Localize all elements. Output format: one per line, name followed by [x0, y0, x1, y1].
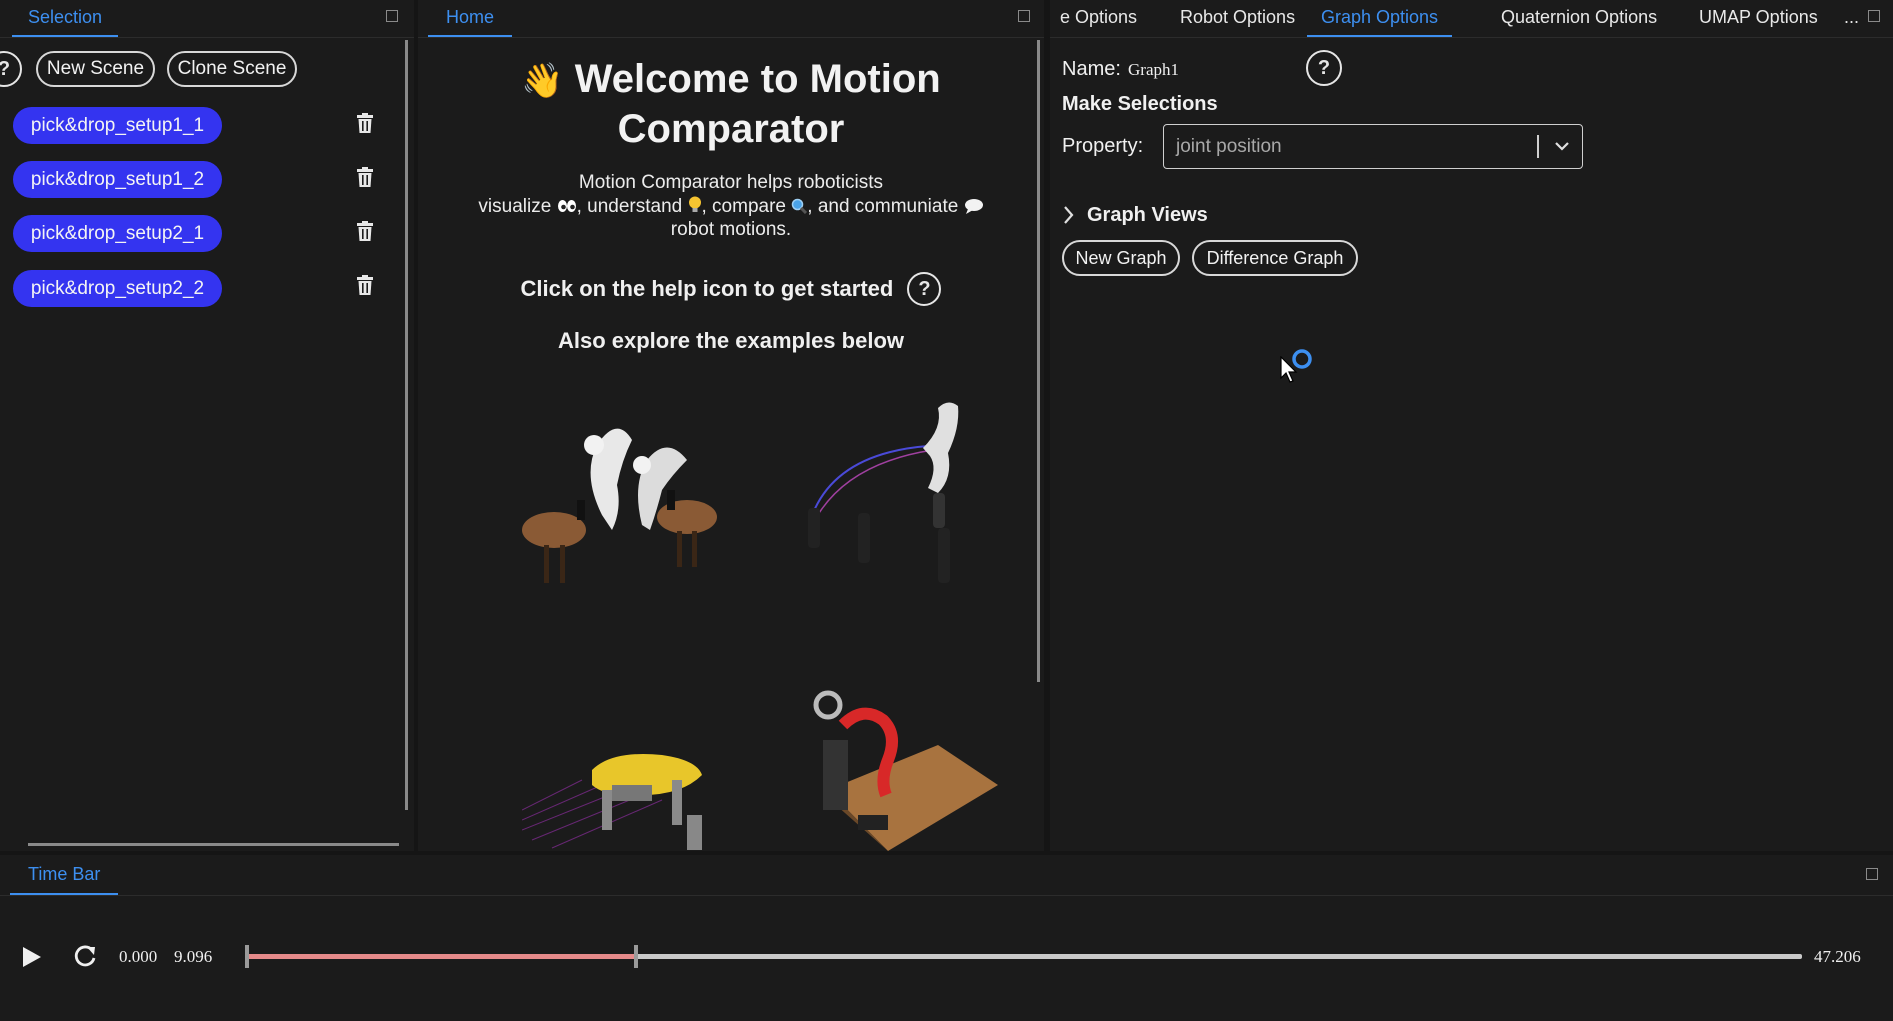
- magnifier-icon: [791, 197, 808, 215]
- select-divider: [1537, 135, 1539, 158]
- maximize-icon[interactable]: [386, 10, 398, 22]
- examples-prompt: Also explore the examples below: [557, 328, 904, 353]
- property-select[interactable]: joint position: [1163, 124, 1583, 169]
- scene-item[interactable]: pick&drop_setup1_2: [13, 161, 222, 198]
- help-prompt: Click on the help icon to get started ?: [418, 272, 1044, 307]
- timeline-current-handle[interactable]: [634, 945, 638, 968]
- page-title: 👋 Welcome to Motion Comparator: [418, 55, 1044, 153]
- restart-icon[interactable]: [72, 944, 98, 970]
- maximize-icon[interactable]: [1866, 868, 1878, 880]
- new-scene-button[interactable]: New Scene: [36, 51, 155, 87]
- speech-bubble-icon: [964, 197, 984, 214]
- make-selections-heading: Make Selections: [1062, 93, 1218, 115]
- new-graph-button[interactable]: New Graph: [1062, 240, 1180, 276]
- maximize-icon[interactable]: [1868, 10, 1880, 22]
- chevron-down-icon[interactable]: [1554, 140, 1570, 152]
- property-label: Property:: [1062, 135, 1144, 157]
- vertical-scrollbar[interactable]: [405, 40, 408, 810]
- graph-views-heading[interactable]: Graph Views: [1087, 204, 1208, 227]
- home-panel: Home 👋 Welcome to Motion Comparator Moti…: [418, 0, 1044, 851]
- lightbulb-icon: [688, 196, 702, 214]
- tab-graph-options[interactable]: Graph Options: [1307, 0, 1453, 37]
- tab-robot-options[interactable]: Robot Options: [1180, 0, 1295, 37]
- end-time: 47.206: [1814, 947, 1861, 966]
- title-line-2: Comparator: [617, 107, 845, 151]
- home-tabbar: Home: [418, 0, 1044, 38]
- options-tabbar: e Options Robot Options Graph Options Qu…: [1050, 0, 1893, 38]
- desc-visualize: visualize: [478, 196, 552, 217]
- maximize-icon[interactable]: [1018, 10, 1030, 22]
- example-thumbnail-red-arm[interactable]: [788, 690, 998, 851]
- eyes-icon: [557, 196, 577, 212]
- example-thumbnail-trajectory[interactable]: [798, 398, 988, 593]
- description-line-1: Motion Comparator helps roboticists: [578, 172, 884, 193]
- tab-scene-options[interactable]: e Options: [1060, 0, 1137, 37]
- tab-quaternion-options[interactable]: Quaternion Options: [1501, 0, 1657, 37]
- options-panel: e Options Robot Options Graph Options Qu…: [1050, 0, 1893, 851]
- help-icon[interactable]: ?: [907, 272, 942, 306]
- scene-item[interactable]: pick&drop_setup2_1: [13, 215, 222, 252]
- current-time: 9.096: [174, 947, 213, 966]
- tab-selection[interactable]: Selection: [12, 0, 119, 37]
- horizontal-scrollbar[interactable]: [28, 843, 399, 846]
- title-line-1: Welcome to Motion: [574, 57, 941, 101]
- play-icon[interactable]: [21, 945, 43, 969]
- tab-overflow[interactable]: ...: [1844, 0, 1859, 37]
- timebar-tabbar: Time Bar: [0, 855, 1893, 896]
- help-icon[interactable]: ?: [0, 51, 22, 87]
- trash-icon[interactable]: [354, 166, 376, 188]
- tab-umap-options[interactable]: UMAP Options: [1699, 0, 1818, 37]
- wave-icon: 👋: [521, 62, 564, 100]
- timeline-track[interactable]: [245, 945, 1802, 968]
- property-select-value: joint position: [1176, 136, 1282, 157]
- timeline-progress: [246, 954, 635, 959]
- help-prompt-text: Click on the help icon to get started: [520, 276, 894, 301]
- graph-name-value: Graph1: [1128, 60, 1179, 79]
- help-icon[interactable]: ?: [1306, 50, 1342, 86]
- clone-scene-button[interactable]: Clone Scene: [167, 51, 297, 87]
- trash-icon[interactable]: [354, 220, 376, 242]
- start-time: 0.000: [119, 947, 158, 966]
- trash-icon[interactable]: [354, 112, 376, 134]
- vertical-scrollbar[interactable]: [1037, 40, 1040, 682]
- name-label: Name:: [1062, 58, 1121, 80]
- chevron-right-icon[interactable]: [1062, 205, 1074, 225]
- scene-item[interactable]: pick&drop_setup1_1: [13, 107, 222, 144]
- description: Motion Comparator helps roboticists visu…: [418, 171, 1044, 241]
- selection-tabbar: Selection: [0, 0, 414, 38]
- mouse-cursor-icon: [1280, 356, 1298, 383]
- description-line-3: robot motions.: [670, 219, 792, 240]
- scene-item[interactable]: pick&drop_setup2_2: [13, 270, 222, 307]
- timeline-start-handle[interactable]: [245, 945, 249, 968]
- desc-communicate: , and communiate: [807, 196, 959, 217]
- difference-graph-button[interactable]: Difference Graph: [1192, 240, 1358, 276]
- timebar-panel: Time Bar 0.000 9.096 47.206: [0, 855, 1893, 1021]
- tab-home[interactable]: Home: [428, 0, 513, 37]
- desc-compare: , compare: [701, 196, 786, 217]
- desc-understand: , understand: [576, 196, 683, 217]
- selection-panel: Selection ? New Scene Clone Scene pick&d…: [0, 0, 414, 851]
- tab-time-bar[interactable]: Time Bar: [10, 855, 119, 895]
- example-thumbnail-dual-arm[interactable]: [522, 405, 722, 590]
- example-thumbnail-quadruped[interactable]: [522, 740, 722, 851]
- description-line-2: visualize , understand , compare , and c…: [418, 194, 1044, 218]
- trash-icon[interactable]: [354, 274, 376, 296]
